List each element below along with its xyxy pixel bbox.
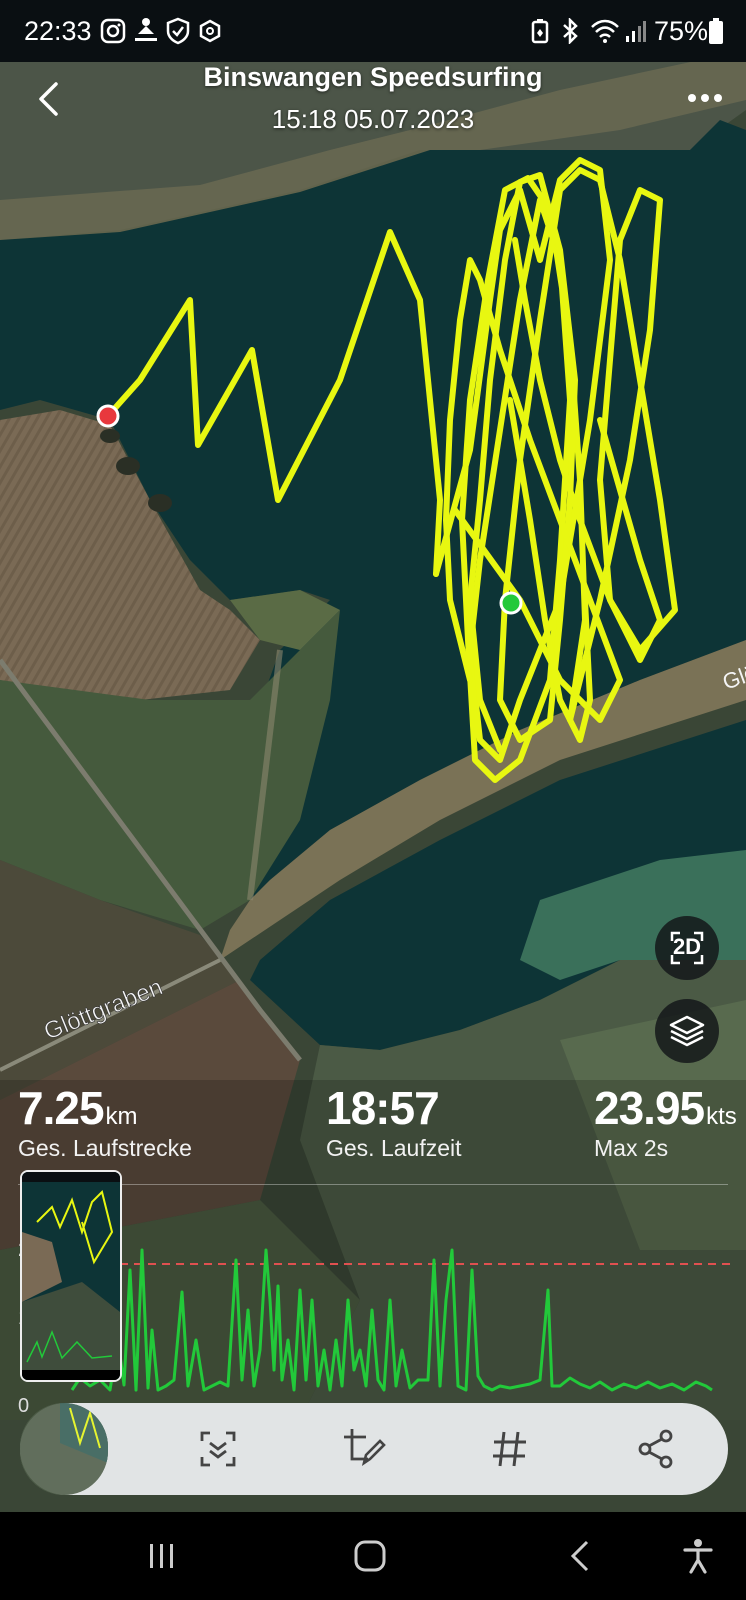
battery-icon — [709, 18, 723, 44]
system-nav-bar — [0, 1512, 746, 1600]
share-button[interactable] — [628, 1421, 684, 1477]
scroll-capture-button[interactable] — [190, 1421, 246, 1477]
upload-person-icon — [135, 18, 157, 41]
accessibility-icon — [683, 1539, 713, 1574]
start-marker[interactable] — [96, 404, 120, 428]
status-time: 22:33 — [24, 16, 92, 46]
stat-distance-unit: km — [105, 1103, 138, 1130]
stat-distance: 7.25km Ges. Laufstrecke — [18, 1085, 192, 1162]
stat-speed-label: Max 2s — [594, 1135, 669, 1161]
shield-check-icon — [166, 17, 190, 45]
thumbnail-preview-image — [22, 1172, 120, 1380]
hashtag-icon — [493, 1431, 526, 1467]
back-icon — [570, 1540, 589, 1572]
hexagon-icon — [199, 19, 221, 43]
screenshot-toolbar — [20, 1403, 728, 1495]
screenshot-thumbnail[interactable] — [20, 1170, 122, 1382]
stat-distance-value: 7.25 — [18, 1082, 105, 1134]
home-button[interactable] — [346, 1532, 394, 1580]
stats-divider — [18, 1184, 728, 1185]
speed-line — [70, 1248, 713, 1392]
battery-percent: 75% — [654, 16, 709, 46]
instagram-icon — [100, 18, 126, 44]
battery-saver-icon — [531, 19, 549, 44]
chart-tick-label: 0 — [18, 1395, 29, 1417]
more-options-button[interactable] — [680, 80, 730, 116]
bluetooth-icon — [563, 18, 578, 44]
stat-duration: 18:57 Ges. Laufzeit — [326, 1085, 462, 1162]
page-title: Binswangen Speedsurfing — [203, 62, 543, 92]
stat-max-speed: 23.95kts Max 2s — [594, 1085, 737, 1162]
stat-speed-unit: kts — [706, 1103, 737, 1130]
status-bar: 22:33 75% — [0, 0, 746, 62]
toolbar-thumbnail-image — [20, 1403, 108, 1495]
scroll-capture-icon — [200, 1431, 236, 1467]
signal-icon — [626, 21, 646, 42]
end-marker[interactable] — [499, 591, 523, 615]
crop-edit-icon — [344, 1429, 386, 1466]
recent-apps-icon — [150, 1544, 173, 1568]
accessibility-button[interactable] — [674, 1530, 722, 1582]
stat-duration-label: Ges. Laufzeit — [326, 1135, 462, 1161]
map-layers-button[interactable] — [655, 999, 719, 1063]
recent-apps-button[interactable] — [138, 1532, 186, 1580]
toolbar-thumbnail[interactable] — [20, 1403, 108, 1495]
stat-speed-value: 23.95 — [594, 1082, 705, 1134]
view-mode-2d-button[interactable]: 2D — [655, 916, 719, 980]
stat-distance-label: Ges. Laufstrecke — [18, 1135, 192, 1161]
hashtag-button[interactable] — [482, 1421, 538, 1477]
nav-back-button[interactable] — [556, 1532, 604, 1580]
page-subtitle: 15:18 05.07.2023 — [271, 104, 475, 134]
more-dots-icon — [688, 94, 722, 102]
home-icon — [354, 1540, 386, 1572]
wifi-icon — [591, 19, 619, 43]
layers-icon — [669, 1015, 705, 1047]
stat-duration-value: 18:57 — [326, 1082, 440, 1134]
crop-edit-button[interactable] — [336, 1421, 392, 1477]
view-mode-label: 2D — [672, 934, 702, 959]
share-icon — [638, 1429, 673, 1469]
